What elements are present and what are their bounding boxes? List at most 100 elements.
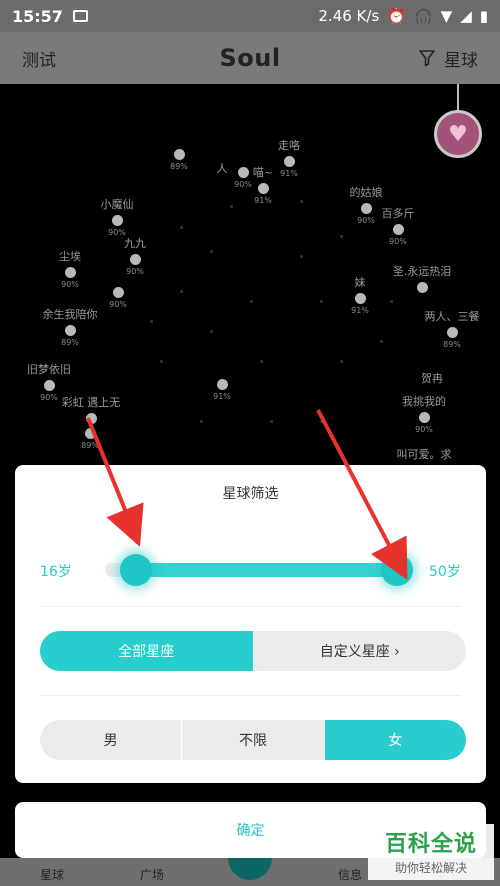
wifi-icon: ▼ <box>440 6 453 25</box>
filter-modal: 星球筛选 16岁 50岁 全部星座 自定义星座 › 男 不限 女 <box>15 465 486 783</box>
filter-button[interactable]: 星球 <box>418 46 478 71</box>
star-dot <box>180 290 183 293</box>
planet-user[interactable]: 走咯 91% <box>249 137 329 178</box>
age-slider-fill <box>135 563 397 577</box>
star-dot <box>320 420 323 423</box>
planet-user[interactable]: 两人、三餐 89% <box>412 308 492 349</box>
user-name: 百多斤 <box>381 207 415 220</box>
modal-title: 星球筛选 <box>222 486 279 502</box>
user-name: 走咯 <box>278 139 300 152</box>
star-dot <box>320 300 323 303</box>
user-percent: 89% <box>61 338 79 347</box>
user-percent: 91% <box>280 169 298 178</box>
user-name: 两人、三餐 <box>424 310 480 323</box>
watermark-title: 百科全说 <box>384 832 477 857</box>
watermark-logo: 百科全说 助你轻松解决 <box>368 824 494 880</box>
filter-label: 星球 <box>444 50 478 71</box>
planet-user[interactable]: 百多斤 90% <box>358 205 438 246</box>
user-dot <box>216 379 228 390</box>
test-button[interactable]: 测试 <box>22 46 56 71</box>
star-dot <box>390 300 393 303</box>
filter-icon <box>419 50 435 67</box>
signal-icon: ◢ <box>460 6 472 25</box>
user-dot <box>446 327 458 338</box>
user-dot <box>111 215 123 226</box>
star-dot <box>300 255 303 258</box>
user-dot <box>129 254 141 265</box>
user-name: 贺冉 <box>421 372 443 385</box>
user-percent: 90% <box>389 237 407 246</box>
divider <box>40 606 461 607</box>
age-max-thumb[interactable] <box>381 554 413 586</box>
gender-any-option[interactable]: 不限 <box>181 720 323 760</box>
user-dot <box>354 293 366 304</box>
gender-male-option[interactable]: 男 <box>40 720 181 760</box>
planet-user[interactable]: 贺冉 <box>392 370 472 386</box>
planet-user[interactable]: 89% <box>50 425 130 450</box>
gender-female-option[interactable]: 女 <box>323 720 466 760</box>
user-name: 叫可爱。求 <box>396 448 452 461</box>
heart-button[interactable]: ♥ <box>434 110 482 158</box>
user-dot <box>64 267 76 278</box>
user-dot <box>416 282 428 293</box>
user-dot <box>418 412 430 423</box>
user-dot <box>84 428 96 439</box>
user-dot <box>257 183 269 194</box>
user-name: 旧梦依旧 <box>27 363 71 376</box>
star-dot <box>160 360 163 363</box>
user-dot <box>283 156 295 167</box>
star-dot <box>210 250 213 253</box>
tab-messages[interactable]: 信息 <box>338 866 362 883</box>
user-name: 彩虹 遇上无 <box>61 396 121 409</box>
alarm-icon: ⏰ <box>387 6 406 25</box>
planet-user[interactable]: 我挑我的 90% <box>384 393 464 434</box>
user-name: 小魔仙 <box>100 198 134 211</box>
watermark-subtitle: 助你轻松解决 <box>394 861 467 875</box>
user-percent: 91% <box>254 196 272 205</box>
star-dot <box>260 360 263 363</box>
star-dot <box>300 200 303 203</box>
user-percent: 91% <box>213 392 231 401</box>
planet-user[interactable]: 彩虹 遇上无 <box>51 394 131 426</box>
user-name: 尘埃 <box>59 250 81 263</box>
star-dot <box>270 420 273 423</box>
planet-user[interactable]: 余生我陪你 89% <box>30 306 110 347</box>
status-bar: 15:57 2.46 K/s ⏰ 🎧 ▼ ◢ ▮ <box>0 0 500 32</box>
star-dot <box>340 360 343 363</box>
tab-square[interactable]: 广场 <box>140 866 164 883</box>
planet-user[interactable]: 尘埃 90% <box>30 248 110 289</box>
user-percent: 89% <box>443 340 461 349</box>
battery-icon: ▮ <box>479 6 488 25</box>
star-dot <box>150 320 153 323</box>
user-dot <box>173 149 185 160</box>
user-dot <box>43 380 55 391</box>
star-dot <box>380 340 383 343</box>
user-name: 妹 <box>354 276 366 289</box>
headset-icon: 🎧 <box>413 6 433 25</box>
planet-user[interactable]: 小魔仙 90% <box>77 196 157 237</box>
age-min-thumb[interactable] <box>120 554 152 586</box>
age-max-label: 50岁 <box>429 564 461 580</box>
star-dot <box>230 205 233 208</box>
star-dot <box>200 420 203 423</box>
star-dot <box>210 330 213 333</box>
app-bar: 测试 Soul 星球 <box>0 32 500 84</box>
user-name: 的姑娘 <box>349 186 383 199</box>
star-dot <box>180 226 183 229</box>
tab-planet[interactable]: 星球 <box>40 866 64 883</box>
constellation-selector: 全部星座 自定义星座 › <box>40 631 466 671</box>
planet-user[interactable]: 叫可爱。求 <box>384 446 464 462</box>
user-dot <box>112 287 124 298</box>
user-dot <box>392 224 404 235</box>
planet-user[interactable]: 妹 91% <box>320 274 400 315</box>
network-speed: 2.46 K/s <box>318 7 380 25</box>
user-percent: 89% <box>81 441 99 450</box>
planet-user[interactable]: 91% <box>182 376 262 401</box>
status-time: 15:57 <box>12 6 63 26</box>
user-dot <box>64 325 76 336</box>
all-constellations-option[interactable]: 全部星座 <box>40 631 253 671</box>
custom-constellation-option[interactable]: 自定义星座 › <box>252 631 467 671</box>
user-name: 我挑我的 <box>402 395 446 408</box>
user-percent: 90% <box>415 425 433 434</box>
star-dot <box>340 235 343 238</box>
